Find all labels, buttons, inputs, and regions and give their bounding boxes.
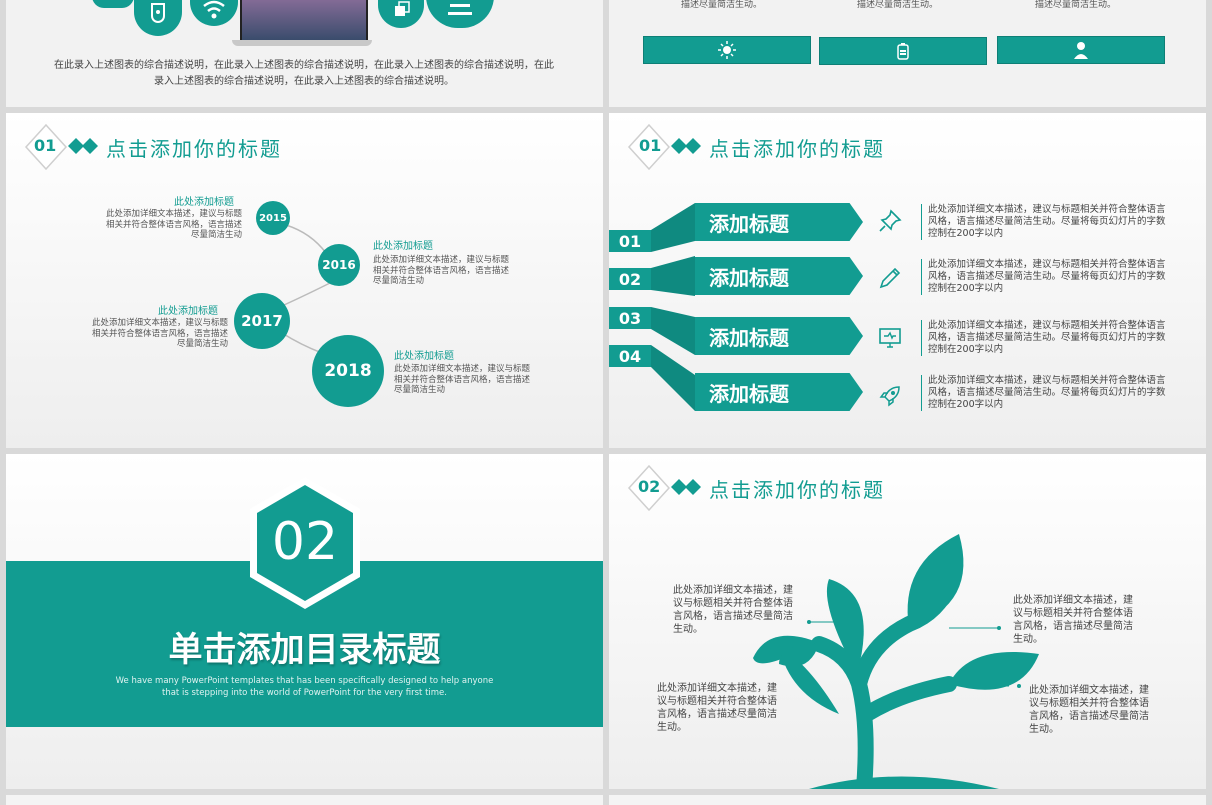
section-subtitle-line-1: We have many PowerPoint templates that h… bbox=[115, 676, 494, 686]
row-description-2: 此处添加详细文本描述，建议与标题相关并符合整体语言风格，语言描述尽量简洁生动。尽… bbox=[921, 259, 1168, 295]
sun-icon bbox=[718, 41, 736, 59]
slide-thumbnail-1[interactable]: 在此录入上述图表的综合描述说明，在此录入上述图表的综合描述说明，在此录入上述图表… bbox=[6, 0, 603, 107]
annotation-text-1: 此处添加详细文本描述，建议与标题相关并符合整体语言风格，语言描述尽量简洁生动。 bbox=[673, 585, 793, 635]
section-subtitle-line-2: that is stepping into the world of Power… bbox=[162, 688, 447, 698]
row-number-2: 02 bbox=[609, 268, 651, 290]
desc-text-2: 描述尽量简洁生动。 bbox=[857, 0, 939, 10]
timeline-item-title-4: 此处添加标题 bbox=[394, 351, 454, 362]
pin-icon bbox=[879, 209, 902, 232]
person-icon bbox=[1074, 42, 1088, 59]
row-number-4: 04 bbox=[609, 345, 651, 367]
annotation-text-4: 此处添加详细文本描述，建议与标题相关并符合整体语言风格，语言描述尽量简洁生动。 bbox=[1029, 685, 1149, 735]
row-label-4: 添加标题 bbox=[695, 373, 863, 411]
battery-button bbox=[819, 37, 987, 65]
row-label-1: 添加标题 bbox=[695, 203, 863, 241]
rocket-icon bbox=[879, 386, 900, 407]
slide-thumbnail-8[interactable] bbox=[609, 795, 1206, 805]
shield-icon bbox=[134, 0, 182, 36]
timeline-item-text-4: 此处添加详细文本描述，建议与标题相关并符合整体语言风格，语言描述尽量简洁生动 bbox=[394, 364, 531, 395]
annotation-text-3: 此处添加详细文本描述，建议与标题相关并符合整体语言风格，语言描述尽量简洁生动。 bbox=[657, 683, 777, 733]
slide-thumbnail-7[interactable] bbox=[6, 795, 603, 805]
section-number: 02 bbox=[271, 512, 339, 572]
timeline-item-text-2: 此处添加详细文本描述，建议与标题相关并符合整体语言风格，语言描述尽量简洁生动 bbox=[373, 255, 510, 286]
slide-thumbnail-5[interactable]: 02 单击添加目录标题 We have many PowerPoint temp… bbox=[6, 454, 603, 789]
slide-thumbnail-2[interactable]: 描述尽量简洁生动。 描述尽量简洁生动。 描述尽量简洁生动。 bbox=[609, 0, 1206, 107]
year-circle-2018: 2018 bbox=[312, 335, 384, 407]
chart-caption: 在此录入上述图表的综合描述说明，在此录入上述图表的综合描述说明，在此录入上述图表… bbox=[54, 60, 554, 87]
timeline-item-title-2: 此处添加标题 bbox=[373, 241, 433, 252]
year-circle-2015: 2015 bbox=[256, 201, 290, 235]
desc-text-3: 描述尽量简洁生动。 bbox=[1035, 0, 1117, 10]
battery-icon bbox=[897, 43, 909, 60]
slide-thumbnail-6[interactable]: 02 点击添加你的标题 此处添加详细文本描述，建议与标题相关并符合整体语言风格，… bbox=[609, 454, 1206, 789]
timeline-connectors bbox=[281, 224, 335, 354]
pencil-icon bbox=[879, 267, 901, 289]
annotation-text-2: 此处添加详细文本描述，建议与标题相关并符合整体语言风格，语言描述尽量简洁生动。 bbox=[1013, 595, 1133, 645]
row-label-2: 添加标题 bbox=[695, 257, 863, 295]
row-description-1: 此处添加详细文本描述，建议与标题相关并符合整体语言风格，语言描述尽量简洁生动。尽… bbox=[921, 204, 1168, 240]
timeline-item-text-1: 此处添加详细文本描述，建议与标题相关并符合整体语言风格，语言描述尽量简洁生动 bbox=[106, 209, 243, 240]
slide-thumbnail-4[interactable]: 01 点击添加你的标题 01 02 03 04 添加标题 添加标题 添加标题 添… bbox=[609, 113, 1206, 448]
timeline-item-title-1: 此处添加标题 bbox=[174, 197, 234, 208]
sun-button bbox=[643, 36, 811, 64]
wrench-icon bbox=[92, 0, 134, 8]
timeline-item-title-3: 此处添加标题 bbox=[158, 306, 218, 317]
row-number-1: 01 bbox=[609, 230, 651, 252]
laptop-image bbox=[232, 0, 372, 48]
display-icon bbox=[426, 0, 494, 28]
copy-icon bbox=[378, 0, 424, 28]
row-label-3: 添加标题 bbox=[695, 317, 863, 355]
year-circle-2017: 2017 bbox=[234, 293, 290, 349]
slide-thumbnail-3[interactable]: 01 点击添加你的标题 2015 2016 2017 2018 此处添加标题 此… bbox=[6, 113, 603, 448]
person-button bbox=[997, 36, 1165, 64]
monitor-icon bbox=[879, 328, 901, 348]
row-number-3: 03 bbox=[609, 307, 651, 329]
wifi-icon bbox=[190, 0, 238, 26]
timeline-item-text-3: 此处添加详细文本描述，建议与标题相关并符合整体语言风格，语言描述尽量简洁生动 bbox=[92, 318, 229, 349]
year-circle-2016: 2016 bbox=[318, 244, 360, 286]
slide-title: 点击添加你的标题 bbox=[709, 137, 885, 161]
row-description-3: 此处添加详细文本描述，建议与标题相关并符合整体语言风格，语言描述尽量简洁生动。尽… bbox=[921, 320, 1168, 356]
row-description-4: 此处添加详细文本描述，建议与标题相关并符合整体语言风格，语言描述尽量简洁生动。尽… bbox=[921, 375, 1168, 411]
desc-text-1: 描述尽量简洁生动。 bbox=[681, 0, 763, 10]
section-title: 单击添加目录标题 bbox=[168, 630, 441, 670]
